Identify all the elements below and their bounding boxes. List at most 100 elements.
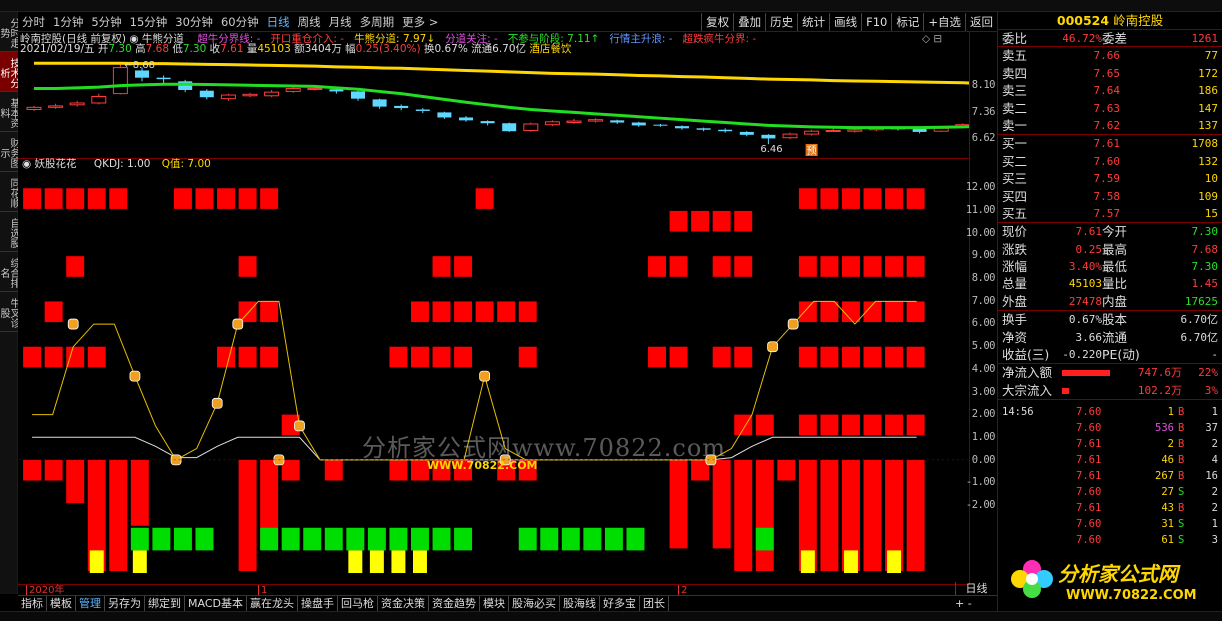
candle-body[interactable] (112, 67, 128, 95)
asks-row[interactable]: 卖一 7.62 137 (998, 117, 1222, 134)
bids-row[interactable]: 买三 7.59 10 (998, 170, 1222, 187)
asks-row[interactable]: 卖五 7.66 77 (998, 47, 1222, 64)
toolbar-action-6[interactable]: 标记 (891, 12, 923, 31)
asks-row[interactable]: 卖四 7.65 172 (998, 65, 1222, 82)
candle-body[interactable] (135, 70, 149, 78)
indicator-tab-7[interactable]: 操盘手 (298, 596, 338, 611)
toolbar-action-5[interactable]: F10 (861, 12, 891, 31)
candle-body[interactable] (351, 91, 365, 99)
indicator-dropdown-icon[interactable]: ◉ (22, 158, 35, 170)
indicator-tab-3[interactable]: 另存为 (105, 596, 145, 611)
indicator-tab-6[interactable]: 赢在龙头 (247, 596, 298, 611)
indicator-tab-11[interactable]: 模块 (480, 596, 509, 611)
money-bag-icon[interactable] (67, 318, 79, 330)
candle-body[interactable] (285, 88, 301, 92)
candle-body[interactable] (372, 99, 387, 107)
candle-body[interactable] (48, 105, 64, 108)
money-bag-icon[interactable] (479, 370, 491, 382)
indicator-tab-0[interactable]: 指标 (18, 596, 47, 611)
candle-body[interactable] (459, 117, 473, 121)
candle-body[interactable] (502, 123, 517, 132)
candle-body[interactable] (156, 77, 171, 80)
vtab-3[interactable]: 财务图示 (0, 132, 18, 172)
candle-body[interactable] (307, 88, 323, 91)
candle-body[interactable] (566, 120, 582, 124)
indicator-title[interactable]: 妖股花花 (35, 158, 77, 170)
indicator-tab-1[interactable]: 模板 (47, 596, 76, 611)
bids-row[interactable]: 买五 7.57 15 (998, 205, 1222, 222)
vtab-7[interactable]: 牛叉诊股 (0, 292, 18, 332)
candle-body[interactable] (69, 102, 85, 106)
candle-body[interactable] (761, 134, 776, 139)
candle-body[interactable] (696, 128, 711, 130)
indicator-tab-5[interactable]: MACD基本 (185, 596, 247, 611)
bids-row[interactable]: 买四 7.58 109 (998, 188, 1222, 205)
vtab-5[interactable]: 自选股 (0, 212, 18, 252)
money-bag-icon[interactable] (232, 318, 244, 330)
indicator-tab-13[interactable]: 股海线 (560, 596, 600, 611)
bar-industry[interactable]: 酒店餐饮 (529, 43, 571, 55)
toolbar-action-2[interactable]: 历史 (765, 12, 797, 31)
asks-row[interactable]: 卖三 7.64 186 (998, 82, 1222, 99)
indicator-tab-8[interactable]: 回马枪 (338, 596, 378, 611)
candle-body[interactable] (394, 105, 409, 109)
indicator-tab-14[interactable]: 好多宝 (600, 596, 640, 611)
toolbar-action-3[interactable]: 统计 (797, 12, 829, 31)
indicator-tab-15[interactable]: 团长 (640, 596, 669, 611)
indicator-tab-9[interactable]: 资金决策 (378, 596, 429, 611)
candle-body[interactable] (782, 133, 798, 139)
candle-body[interactable] (523, 123, 539, 131)
candle-body[interactable] (675, 126, 689, 129)
candle-body[interactable] (26, 106, 42, 111)
candle-body[interactable] (588, 119, 604, 122)
indicator-tab-2[interactable]: 管理 (76, 596, 105, 611)
candle-body[interactable] (437, 112, 452, 118)
bids-row[interactable]: 买二 7.60 132 (998, 153, 1222, 170)
money-bag-icon[interactable] (129, 370, 141, 382)
period-tab-5[interactable]: 60分钟 (217, 12, 263, 32)
toolbar-action-8[interactable]: 返回 (965, 12, 997, 31)
indicator-chart[interactable] (18, 158, 969, 584)
candle-body[interactable] (199, 90, 214, 98)
period-tab-8[interactable]: 月线 (325, 12, 356, 32)
indicator-tab-10[interactable]: 资金趋势 (429, 596, 480, 611)
candle-body[interactable] (91, 95, 107, 104)
zoom-controls[interactable]: + - (955, 598, 997, 610)
period-box[interactable]: 日线 (955, 582, 997, 595)
period-tab-1[interactable]: 1分钟 (49, 12, 87, 32)
period-tab-3[interactable]: 15分钟 (126, 12, 172, 32)
candle-body[interactable] (739, 131, 754, 135)
money-bag-icon[interactable] (294, 420, 305, 432)
candle-body[interactable] (718, 129, 733, 132)
toolbar-action-1[interactable]: 叠加 (733, 12, 765, 31)
candle-body[interactable] (480, 121, 495, 124)
period-tab-9[interactable]: 多周期 (356, 12, 399, 32)
period-tab-0[interactable]: 分时 (18, 12, 49, 32)
vtab-6[interactable]: 综合排名 (0, 252, 18, 292)
tick-list[interactable]: 14:56 7.60 1 B 1 7.60 536 B 37 7.61 2 B 2 7.61 46 B 4 7.6… (998, 400, 1222, 548)
candle-body[interactable] (610, 120, 625, 123)
candle-body[interactable] (631, 122, 646, 126)
candle-body[interactable] (242, 93, 258, 97)
period-tab-6[interactable]: 日线 (263, 12, 294, 32)
vtab-1[interactable]: 技术分析 (0, 52, 18, 92)
vtab-0[interactable]: 分时走势 (0, 12, 18, 52)
bids-row[interactable]: 买一 7.61 1708 (998, 135, 1222, 152)
candle-body[interactable] (804, 130, 820, 135)
period-tab-4[interactable]: 30分钟 (171, 12, 217, 32)
period-tab-10[interactable]: 更多 > (398, 12, 442, 32)
candle-body[interactable] (825, 129, 841, 132)
toolbar-action-7[interactable]: +自选 (923, 12, 965, 31)
candle-body[interactable] (220, 94, 236, 100)
period-tab-7[interactable]: 周线 (294, 12, 325, 32)
candle-body[interactable] (847, 129, 863, 132)
indicator-tab-4[interactable]: 绑定到 (145, 596, 185, 611)
candle-body[interactable] (653, 124, 668, 126)
money-bag-icon[interactable] (767, 341, 778, 353)
vtab-2[interactable]: 基本资料 (0, 92, 18, 132)
candle-body[interactable] (415, 109, 430, 111)
toolbar-action-4[interactable]: 画线 (829, 12, 861, 31)
candle-body[interactable] (264, 91, 280, 97)
period-tab-2[interactable]: 5分钟 (87, 12, 125, 32)
candle-body[interactable] (544, 121, 560, 126)
